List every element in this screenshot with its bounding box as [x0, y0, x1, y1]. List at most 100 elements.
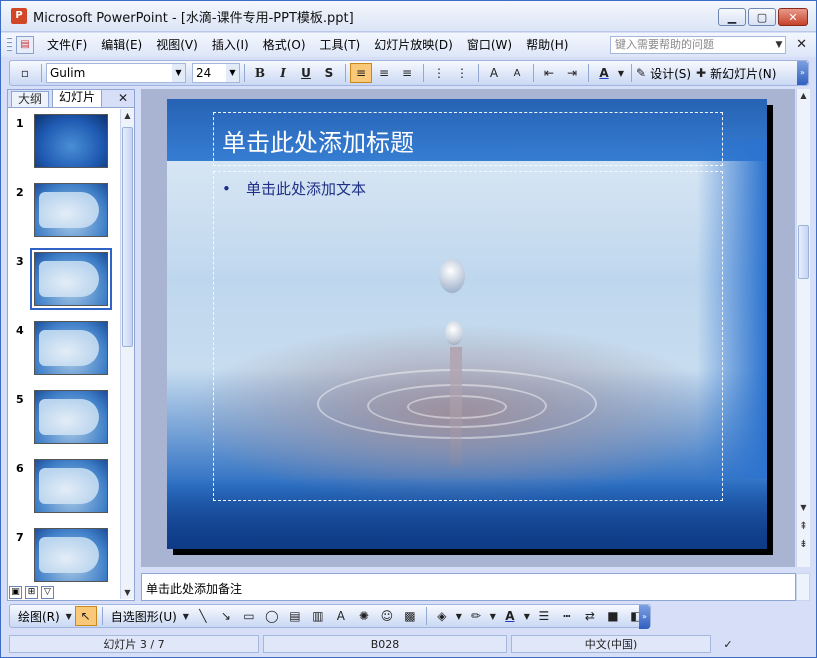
next-slide-icon[interactable]: ⇟ [797, 539, 810, 550]
menu-format[interactable]: 格式(O) [256, 34, 313, 56]
powerpoint-app-icon[interactable]: P [11, 8, 27, 24]
draw-dropdown-icon[interactable]: ▼ [64, 606, 74, 626]
menu-slideshow[interactable]: 幻灯片放映(D) [367, 34, 460, 56]
bullets-icon[interactable]: ⋮ [451, 63, 473, 83]
maximize-button[interactable]: ▢ [748, 8, 776, 26]
underline-button[interactable]: U [295, 63, 317, 83]
slide-thumbnail[interactable] [34, 252, 108, 306]
drawbar-options-icon[interactable]: » [639, 605, 650, 629]
numbering-icon[interactable]: ⋮ [428, 63, 450, 83]
help-search-input[interactable]: 键入需要帮助的问题 [610, 36, 786, 54]
fill-color-icon[interactable]: ◈ [431, 606, 453, 626]
draw-menu[interactable]: 绘图(R) [14, 608, 64, 625]
scroll-up-icon[interactable]: ▲ [121, 111, 134, 120]
dash-style-icon[interactable]: ┅ [556, 606, 578, 626]
increase-font-icon[interactable]: A [483, 63, 505, 83]
line-color-dropdown-icon[interactable]: ▼ [488, 606, 498, 626]
align-left-icon[interactable]: ≡ [350, 63, 372, 83]
font-size-dropdown-icon[interactable]: ▼ [226, 64, 239, 82]
menu-view[interactable]: 视图(V) [149, 34, 205, 56]
arrow-style-icon[interactable]: ⇄ [579, 606, 601, 626]
notes-pane[interactable]: 单击此处添加备注 [141, 573, 796, 601]
bold-button[interactable]: B [249, 63, 271, 83]
thumbnail-row[interactable]: 2 [8, 180, 120, 242]
wordart-icon[interactable]: A [330, 606, 352, 626]
scroll-down-icon[interactable]: ▼ [121, 588, 134, 597]
increase-indent-icon[interactable]: ⇥ [561, 63, 583, 83]
help-dropdown-icon[interactable]: ▼ [772, 36, 786, 54]
decrease-indent-icon[interactable]: ⇤ [538, 63, 560, 83]
scrollbar-thumb[interactable] [122, 127, 133, 347]
new-document-icon[interactable]: ▫ [14, 63, 36, 83]
normal-view-icon[interactable]: ▣ [9, 586, 22, 599]
textbox-icon[interactable]: ▤ [284, 606, 306, 626]
slide-thumbnail[interactable] [34, 459, 108, 513]
menu-edit[interactable]: 编辑(E) [94, 34, 149, 56]
fill-dropdown-icon[interactable]: ▼ [454, 606, 464, 626]
select-pointer-icon[interactable]: ↖ [74, 606, 97, 626]
document-icon[interactable]: ▤ [16, 36, 34, 54]
font-select[interactable]: Gulim ▼ [46, 63, 186, 83]
shadow-style-icon[interactable]: ■ [602, 606, 624, 626]
picture-icon[interactable]: ▩ [399, 606, 421, 626]
menu-insert[interactable]: 插入(I) [205, 34, 256, 56]
shadow-button[interactable]: S [318, 63, 340, 83]
line-color-icon[interactable]: ✏ [465, 606, 487, 626]
design-button[interactable]: ✎ 设计(S) [636, 63, 695, 83]
title-placeholder[interactable]: 单击此处添加标题 [213, 112, 723, 166]
scrollbar-thumb[interactable] [798, 225, 809, 279]
notes-scrollbar[interactable] [796, 573, 810, 601]
minimize-button[interactable]: ▁ [718, 8, 746, 26]
thumbnail-row[interactable]: 7 [8, 525, 120, 587]
font-size-select[interactable]: 24 ▼ [192, 63, 240, 83]
thumbnail-row[interactable]: 4 [8, 318, 120, 380]
align-center-icon[interactable]: ≡ [373, 63, 395, 83]
autoshapes-menu[interactable]: 自选图形(U) [107, 608, 181, 625]
menu-tools[interactable]: 工具(T) [313, 34, 368, 56]
line-style-icon[interactable]: ☰ [533, 606, 555, 626]
clipart-icon[interactable]: ☺ [376, 606, 398, 626]
menu-file[interactable]: 文件(F) [40, 34, 94, 56]
scroll-down-icon[interactable]: ▼ [797, 503, 810, 512]
thumbnail-row-selected[interactable]: 3 [8, 248, 120, 311]
autoshapes-dropdown-icon[interactable]: ▼ [181, 606, 191, 626]
align-right-icon[interactable]: ≡ [396, 63, 418, 83]
menu-grip[interactable] [7, 37, 12, 53]
vertical-textbox-icon[interactable]: ▥ [307, 606, 329, 626]
line-icon[interactable]: ╲ [192, 606, 214, 626]
close-button[interactable]: ✕ [778, 8, 808, 26]
thumbnail-row[interactable]: 1 [8, 111, 120, 173]
slide-thumbnail[interactable] [34, 114, 108, 168]
toolbar-options-icon[interactable]: » [797, 61, 808, 85]
panel-close-icon[interactable]: ✕ [118, 91, 128, 105]
slide-thumbnail[interactable] [34, 528, 108, 582]
new-slide-button[interactable]: ✚ 新幻灯片(N) [696, 63, 780, 83]
slide-canvas[interactable]: 单击此处添加标题 • 单击此处添加文本 [167, 99, 767, 549]
menu-window[interactable]: 窗口(W) [460, 34, 519, 56]
italic-button[interactable]: I [272, 63, 294, 83]
thumbnail-row[interactable]: 6 [8, 456, 120, 518]
decrease-font-icon[interactable]: A [506, 63, 528, 83]
thumbnails-scrollbar[interactable]: ▲ ▼ [120, 109, 134, 599]
diagram-icon[interactable]: ✺ [353, 606, 375, 626]
close-document-icon[interactable]: ✕ [796, 37, 807, 52]
font-color-icon[interactable]: A [593, 63, 615, 83]
menu-help[interactable]: 帮助(H) [519, 34, 575, 56]
editor-scrollbar[interactable]: ▲ ▼ ⇞ ⇟ [796, 89, 810, 567]
slide-sorter-icon[interactable]: ⊞ [25, 586, 38, 599]
scroll-up-icon[interactable]: ▲ [797, 91, 810, 100]
slideshow-icon[interactable]: ▽ [41, 586, 54, 599]
tab-slides[interactable]: 幻灯片 [52, 89, 103, 107]
font-color-dropdown-icon[interactable]: ▼ [522, 606, 532, 626]
tab-outline[interactable]: 大纲 [11, 91, 50, 107]
font-color-dropdown-icon[interactable]: ▼ [616, 63, 626, 83]
slide-thumbnail[interactable] [34, 183, 108, 237]
rectangle-icon[interactable]: ▭ [238, 606, 260, 626]
font-color-icon[interactable]: A [499, 606, 521, 626]
slide-thumbnail[interactable] [34, 390, 108, 444]
body-placeholder[interactable]: • 单击此处添加文本 [213, 171, 723, 501]
previous-slide-icon[interactable]: ⇞ [797, 521, 810, 532]
slide-thumbnail[interactable] [34, 321, 108, 375]
arrow-icon[interactable]: ↘ [215, 606, 237, 626]
spelling-check-icon[interactable]: ✓ [715, 635, 741, 653]
